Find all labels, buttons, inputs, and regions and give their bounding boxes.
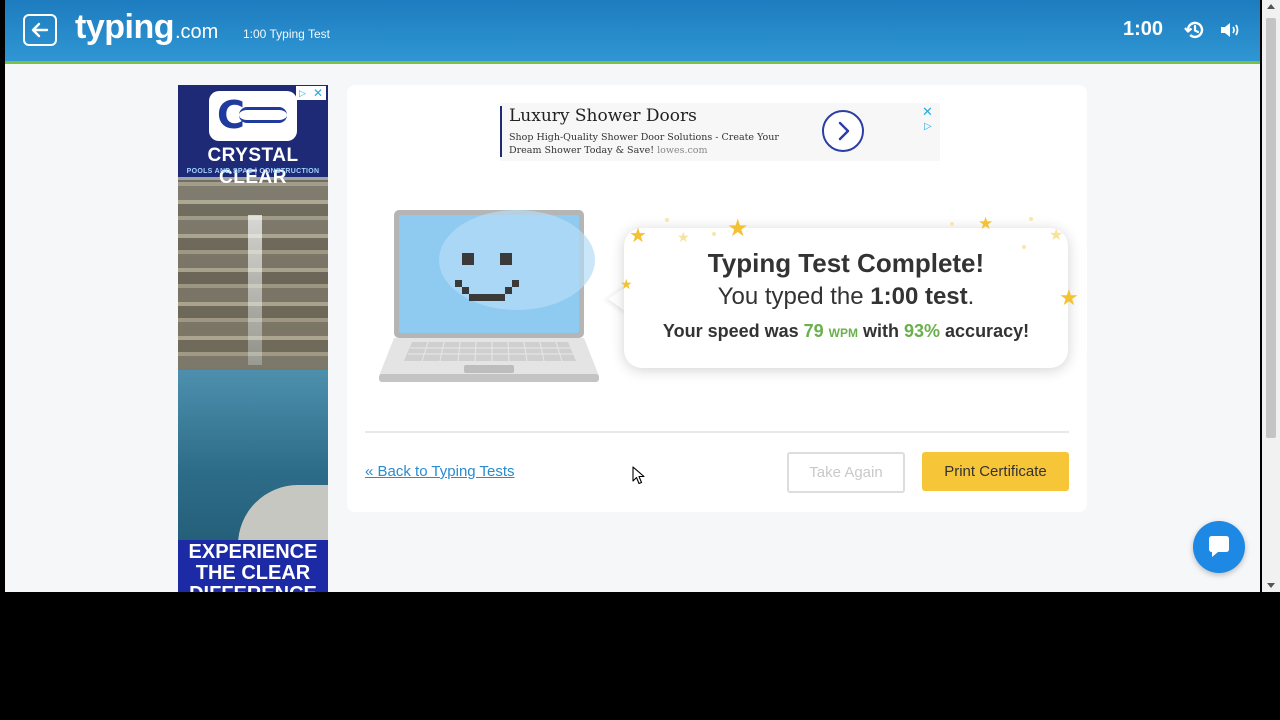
result-speed-line: Your speed was 79 WPM with 93% accuracy! xyxy=(624,321,1068,342)
banner-title[interactable]: Luxury Shower Doors xyxy=(509,106,697,126)
star-icon: ★ xyxy=(629,225,647,247)
arrow-left-icon xyxy=(31,22,49,38)
banner-go-button[interactable] xyxy=(822,110,864,152)
sparkle-dot xyxy=(1022,245,1026,249)
history-icon[interactable] xyxy=(1184,19,1206,41)
volume-icon[interactable] xyxy=(1218,19,1242,41)
ad-slogan-line1: EXPERIENCE xyxy=(188,541,318,563)
logo-main: typing xyxy=(75,8,174,46)
banner-domain[interactable]: lowes.com xyxy=(657,145,707,156)
star-icon: ★ xyxy=(727,215,749,242)
chat-icon xyxy=(1209,536,1229,557)
banner-description: Shop High-Quality Shower Door Solutions … xyxy=(509,131,809,157)
speed-mid: with xyxy=(858,321,904,341)
star-icon: ★ xyxy=(1049,227,1064,244)
back-to-typing-tests-link[interactable]: « Back to Typing Tests xyxy=(365,463,515,480)
speed-value: 79 xyxy=(803,321,824,341)
results-card: Luxury Shower Doors Shop High-Quality Sh… xyxy=(347,85,1087,512)
star-icon: ★ xyxy=(620,276,633,292)
result-bubble: Typing Test Complete! You typed the 1:00… xyxy=(602,210,1079,395)
test-name: 1:00 Typing Test xyxy=(243,27,330,41)
result-test-suffix: . xyxy=(967,283,975,310)
speed-prefix: Your speed was xyxy=(662,321,804,341)
chat-button[interactable] xyxy=(1193,521,1245,573)
ad-brand: CRYSTAL CLEAR xyxy=(207,145,299,188)
take-again-button[interactable]: Take Again xyxy=(787,452,905,493)
ad-choices-icon: ▷ xyxy=(299,88,306,98)
accuracy-value: 93% xyxy=(904,321,941,341)
site-logo[interactable]: typing.com xyxy=(75,8,218,47)
star-icon: ★ xyxy=(677,229,690,245)
result-test-line: You typed the 1:00 test. xyxy=(624,283,1068,311)
banner-accent-bar xyxy=(500,106,502,157)
sparkle-dot xyxy=(950,222,954,226)
star-icon: ★ xyxy=(978,214,994,233)
ad-waterfall xyxy=(248,215,262,365)
accuracy-suffix: accuracy! xyxy=(940,321,1030,341)
ad-slogan-line2: THE CLEAR xyxy=(195,562,311,584)
ad-slogan: EXPERIENCE THE CLEAR DIFFERENCE xyxy=(178,540,328,592)
sparkle-dot xyxy=(665,218,669,222)
ad-slogan-line3: DIFFERENCE xyxy=(178,584,328,593)
scroll-down-icon[interactable] xyxy=(1267,583,1275,588)
side-advertisement[interactable]: C CRYSTAL CLEAR POOLS AND SPAS | CONSTRU… xyxy=(178,85,328,592)
divider xyxy=(365,431,1069,433)
ad-tagline: POOLS AND SPAS | CONSTRUCTION xyxy=(186,168,320,175)
logo-suffix: .com xyxy=(174,21,219,43)
vertical-scrollbar[interactable] xyxy=(1262,0,1280,592)
result-test-prefix: You typed the xyxy=(717,283,871,310)
star-icon: ★ xyxy=(1059,285,1079,310)
smiling-laptop-illustration xyxy=(379,210,599,382)
print-certificate-button[interactable]: Print Certificate xyxy=(922,452,1069,491)
banner-description-text: Shop High-Quality Shower Door Solutions … xyxy=(509,132,779,156)
header-bar: typing.com 1:00 Typing Test 1:00 xyxy=(5,0,1260,64)
browser-viewport: typing.com 1:00 Typing Test 1:00 C CRYST… xyxy=(0,0,1280,592)
scrollbar-thumb[interactable] xyxy=(1266,18,1276,438)
mouse-cursor-icon xyxy=(632,466,645,485)
result-heading: Typing Test Complete! xyxy=(707,248,985,278)
banner-adchoices-icon[interactable]: ▷ xyxy=(924,121,932,132)
ad-logo: C xyxy=(209,91,297,141)
sparkle-dot xyxy=(1029,217,1033,221)
chevron-right-icon xyxy=(838,121,850,141)
sparkle-dot xyxy=(712,232,716,236)
ad-logo-waves xyxy=(239,107,287,123)
banner-advertisement[interactable]: Luxury Shower Doors Shop High-Quality Sh… xyxy=(500,103,940,161)
ad-close-icon[interactable]: ✕ xyxy=(313,86,323,100)
timer: 1:00 xyxy=(1123,18,1164,40)
page: typing.com 1:00 Typing Test 1:00 C CRYST… xyxy=(5,0,1260,592)
scroll-up-icon[interactable] xyxy=(1267,4,1275,9)
result-message: Typing Test Complete! You typed the 1:00… xyxy=(624,228,1068,368)
banner-close-icon[interactable]: ✕ xyxy=(922,104,933,120)
back-button[interactable] xyxy=(23,14,57,46)
ad-choices[interactable]: ▷ ✕ xyxy=(296,86,326,100)
result-test-name: 1:00 test xyxy=(870,283,968,310)
speed-unit: WPM xyxy=(828,326,858,340)
